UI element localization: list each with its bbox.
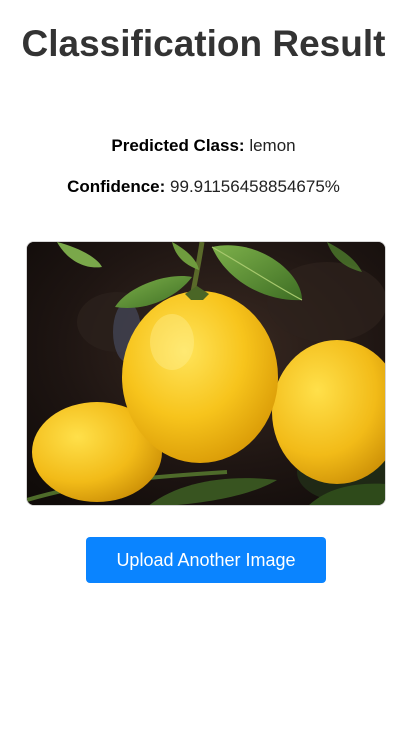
uploaded-image	[26, 241, 386, 506]
lemon-photo	[27, 242, 385, 505]
predicted-class-label: Predicted Class:	[111, 136, 245, 155]
upload-another-image-button[interactable]: Upload Another Image	[86, 537, 326, 583]
page: Classification Result Predicted Class: l…	[0, 0, 407, 750]
confidence-label: Confidence:	[67, 177, 166, 196]
predicted-class-line: Predicted Class: lemon	[0, 135, 407, 157]
page-title: Classification Result	[21, 23, 386, 64]
confidence-line: Confidence: 99.91156458854675%	[0, 176, 407, 198]
predicted-class-value: lemon	[249, 136, 296, 155]
confidence-value: 99.91156458854675%	[170, 177, 340, 196]
